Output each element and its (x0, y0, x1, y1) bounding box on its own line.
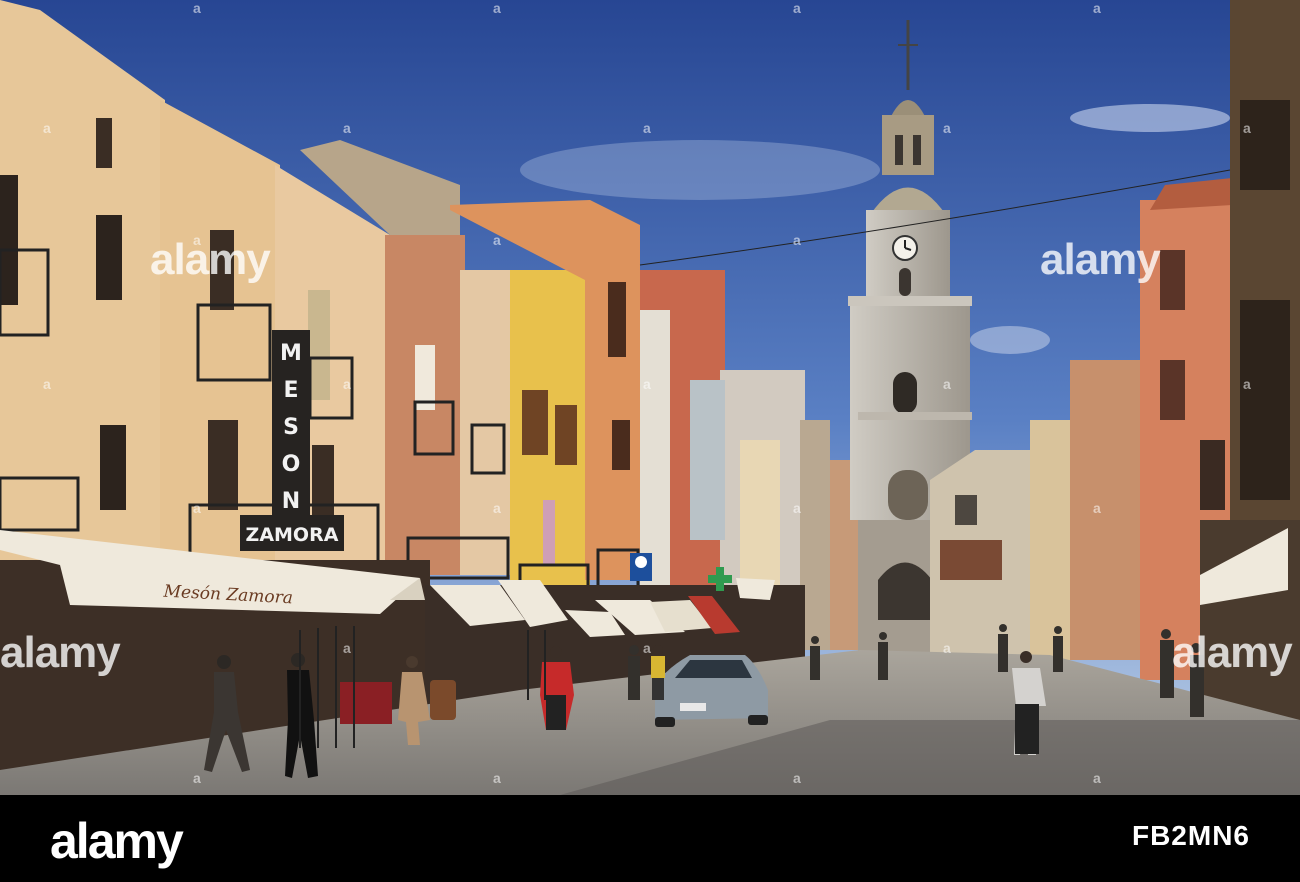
sign-letter: S (283, 415, 299, 440)
cloud (1070, 104, 1230, 132)
street-photo: M E S O N ZAMORA Mesón Zamora (0, 0, 1300, 795)
sign-letter: N (282, 489, 300, 514)
sign-bottom-text: ZAMORA (246, 524, 339, 546)
cloud (520, 140, 880, 200)
image-id: FB2MN6 (1131, 820, 1250, 851)
sign-letter: M (280, 341, 302, 366)
footer-bar (0, 795, 1300, 882)
cloud (970, 326, 1050, 354)
sign-letter: O (282, 452, 301, 477)
menu-board (340, 682, 392, 724)
sign-letter: E (283, 378, 298, 403)
awning (736, 578, 775, 600)
alamy-logo[interactable]: alamy (50, 812, 184, 870)
barrel (430, 680, 456, 720)
photo-svg: M E S O N ZAMORA Mesón Zamora (0, 0, 1300, 795)
